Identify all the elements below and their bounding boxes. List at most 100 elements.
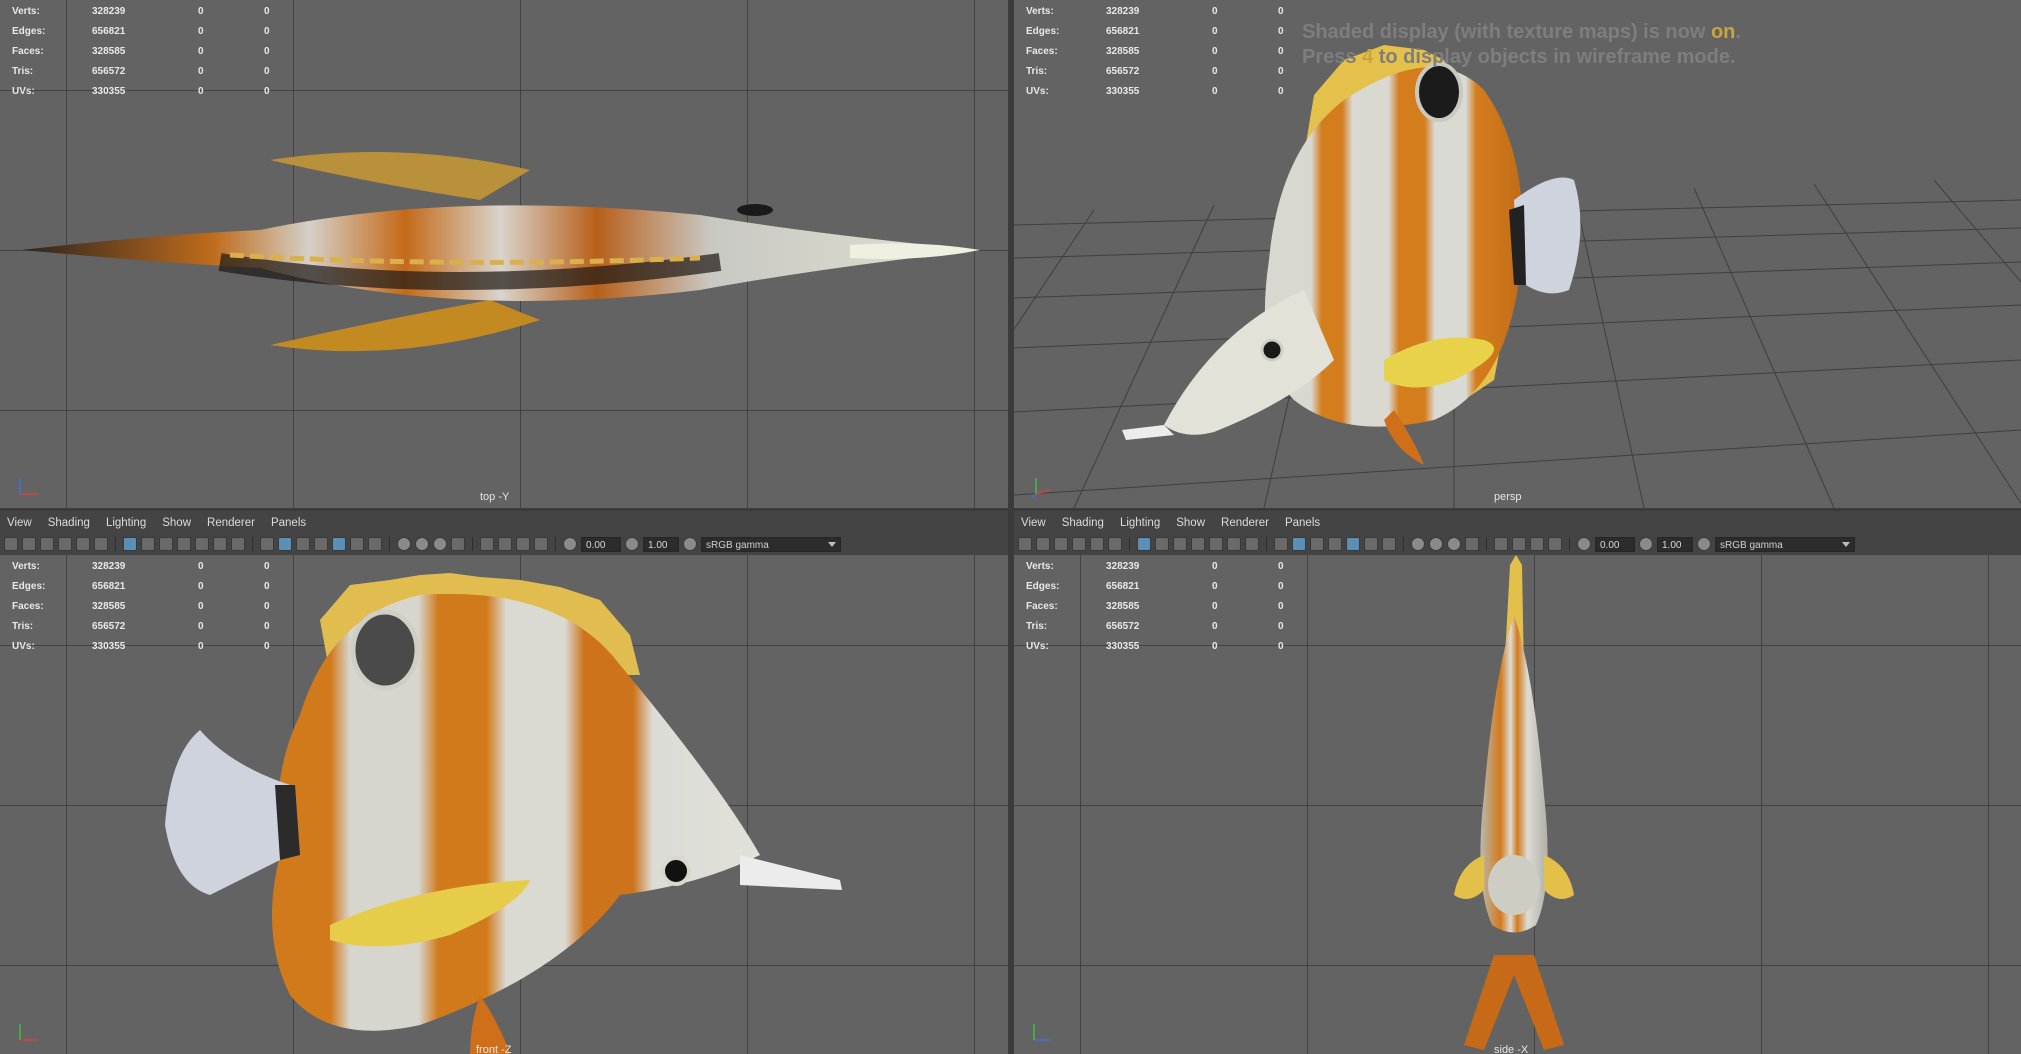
menu-show[interactable]: Show [162, 517, 191, 529]
bookmark-icon[interactable] [40, 537, 54, 551]
exposure-field[interactable]: 0.00 [1595, 536, 1635, 552]
stat-value: 656821 [1106, 26, 1140, 37]
motion-blur-icon[interactable] [415, 537, 429, 551]
use-default-material-icon[interactable] [1310, 537, 1324, 551]
menu-view[interactable]: View [7, 517, 32, 529]
viewport-persp[interactable]: Verts: 328239 0 0 Edges: 656821 0 0 Faces: 3285… [1014, 0, 2021, 508]
gamma-field[interactable]: 1.00 [1657, 536, 1693, 552]
isolate-select-icon[interactable] [480, 537, 494, 551]
message-text: Press [1302, 46, 1363, 68]
select-camera-icon[interactable] [1018, 537, 1032, 551]
gate-mask-icon[interactable] [177, 537, 191, 551]
menu-view[interactable]: View [1021, 517, 1046, 529]
exposure-field[interactable]: 0.00 [581, 536, 621, 552]
exposure-icon[interactable] [563, 537, 577, 551]
resolution-gate-icon[interactable] [1173, 537, 1187, 551]
xray-active-components-icon[interactable] [516, 537, 530, 551]
two-d-pan-zoom-icon[interactable] [76, 537, 90, 551]
bookmark-icon[interactable] [1054, 537, 1068, 551]
resolution-gate-icon[interactable] [159, 537, 173, 551]
select-camera-icon[interactable] [4, 537, 18, 551]
exposure-icon[interactable] [1577, 537, 1591, 551]
stat-extra: 0 [1278, 621, 1284, 632]
axis-gizmo-icon [19, 1024, 38, 1041]
menu-lighting[interactable]: Lighting [1120, 517, 1160, 529]
anti-aliasing-icon[interactable] [433, 537, 447, 551]
chevron-down-icon [1842, 541, 1850, 547]
wireframe-on-shaded-icon[interactable] [314, 537, 328, 551]
depth-of-field-icon[interactable] [451, 537, 465, 551]
two-d-pan-zoom-icon[interactable] [1090, 537, 1104, 551]
color-management-icon[interactable] [1697, 537, 1711, 551]
gamma-field[interactable]: 1.00 [643, 536, 679, 552]
stats-row: Edges: 656821 0 0 [1026, 577, 1318, 597]
menu-renderer[interactable]: Renderer [207, 517, 255, 529]
use-all-lights-icon[interactable] [350, 537, 364, 551]
anti-aliasing-icon[interactable] [1447, 537, 1461, 551]
menu-shading[interactable]: Shading [48, 517, 90, 529]
xray-icon[interactable] [1512, 537, 1526, 551]
xray-icon[interactable] [498, 537, 512, 551]
screen-space-ao-icon[interactable] [1411, 537, 1425, 551]
image-plane-icon[interactable] [1072, 537, 1086, 551]
field-chart-icon[interactable] [1209, 537, 1223, 551]
poly-count-table: Verts: 328239 0 0 Edges: 656821 0 0 Faces: 3285… [1026, 557, 1318, 657]
gamma-icon[interactable] [1639, 537, 1653, 551]
shadows-icon[interactable] [368, 537, 382, 551]
use-all-lights-icon[interactable] [1364, 537, 1378, 551]
xray-joints-icon[interactable] [534, 537, 548, 551]
safe-title-icon[interactable] [1245, 537, 1259, 551]
menu-shading[interactable]: Shading [1062, 517, 1104, 529]
textured-icon[interactable] [1346, 537, 1360, 551]
stats-row: Edges: 656821 0 0 [12, 577, 304, 597]
wireframe-on-shaded-icon[interactable] [1328, 537, 1342, 551]
depth-of-field-icon[interactable] [1465, 537, 1479, 551]
grid-icon[interactable] [123, 537, 137, 551]
safe-action-icon[interactable] [213, 537, 227, 551]
safe-title-icon[interactable] [231, 537, 245, 551]
film-gate-icon[interactable] [141, 537, 155, 551]
xray-active-components-icon[interactable] [1530, 537, 1544, 551]
gate-mask-icon[interactable] [1191, 537, 1205, 551]
stat-value: 656572 [1106, 621, 1140, 632]
stats-row: Faces: 328585 0 0 [12, 42, 304, 62]
menu-show[interactable]: Show [1176, 517, 1205, 529]
isolate-select-icon[interactable] [1494, 537, 1508, 551]
panel-menubar-side: View Shading Lighting Show Renderer Pane… [1014, 511, 2021, 556]
view-transform-dropdown[interactable]: sRGB gamma [1715, 536, 1855, 552]
menu-panels[interactable]: Panels [271, 517, 306, 529]
camera-attributes-icon[interactable] [1036, 537, 1050, 551]
menu-lighting[interactable]: Lighting [106, 517, 146, 529]
grid-icon[interactable] [1137, 537, 1151, 551]
shadows-icon[interactable] [1382, 537, 1396, 551]
camera-attributes-icon[interactable] [22, 537, 36, 551]
stats-row: Tris: 656572 0 0 [1026, 62, 1318, 82]
view-transform-dropdown[interactable]: sRGB gamma [701, 536, 841, 552]
wireframe-icon[interactable] [260, 537, 274, 551]
stat-selected: 0 [198, 66, 204, 77]
menu-renderer[interactable]: Renderer [1221, 517, 1269, 529]
stat-value: 656821 [92, 581, 126, 592]
viewport-top[interactable]: Verts: 328239 0 0 Edges: 656821 0 0 Faces: 3285… [0, 0, 1008, 508]
motion-blur-icon[interactable] [1429, 537, 1443, 551]
image-plane-icon[interactable] [58, 537, 72, 551]
stat-extra: 0 [264, 46, 270, 57]
smooth-shade-icon[interactable] [1292, 537, 1306, 551]
grease-pencil-icon[interactable] [94, 537, 108, 551]
gamma-icon[interactable] [625, 537, 639, 551]
smooth-shade-icon[interactable] [278, 537, 292, 551]
textured-icon[interactable] [332, 537, 346, 551]
viewport-front[interactable]: Verts: 328239 0 0 Edges: 656821 0 0 Faces: 3285… [0, 555, 1008, 1054]
screen-space-ao-icon[interactable] [397, 537, 411, 551]
menu-panels[interactable]: Panels [1285, 517, 1320, 529]
xray-joints-icon[interactable] [1548, 537, 1562, 551]
stat-extra: 0 [264, 641, 270, 652]
viewport-side[interactable]: Verts: 328239 0 0 Edges: 656821 0 0 Faces: 3285… [1014, 555, 2021, 1054]
safe-action-icon[interactable] [1227, 537, 1241, 551]
field-chart-icon[interactable] [195, 537, 209, 551]
color-management-icon[interactable] [683, 537, 697, 551]
grease-pencil-icon[interactable] [1108, 537, 1122, 551]
film-gate-icon[interactable] [1155, 537, 1169, 551]
use-default-material-icon[interactable] [296, 537, 310, 551]
wireframe-icon[interactable] [1274, 537, 1288, 551]
